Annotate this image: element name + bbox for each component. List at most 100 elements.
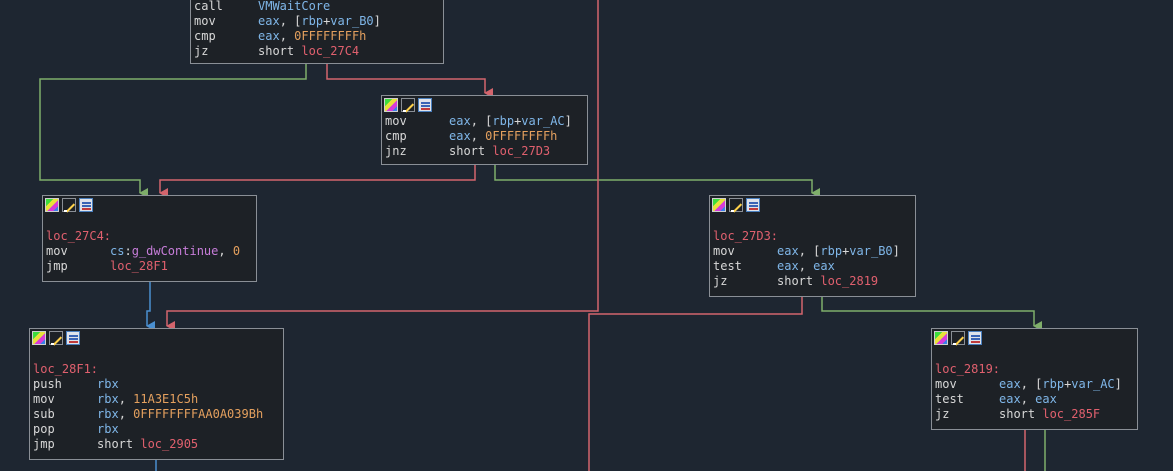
edit-icon[interactable] xyxy=(62,198,76,212)
block-label: loc_27C4: xyxy=(46,229,112,243)
operand-loc[interactable]: loc_28F1 xyxy=(110,259,168,273)
graph-icon[interactable] xyxy=(384,98,398,112)
graph-icon[interactable] xyxy=(712,198,726,212)
list-icon[interactable] xyxy=(79,198,93,212)
operand-loc[interactable]: loc_27C4 xyxy=(301,44,359,58)
instruction-row[interactable]: cmp eax, 0FFFFFFFFh xyxy=(194,29,443,44)
operand-kw: , xyxy=(118,407,134,421)
operand-kw: ] xyxy=(1114,377,1122,391)
instruction-row[interactable]: pop rbx xyxy=(33,422,283,437)
edit-icon[interactable] xyxy=(401,98,415,112)
code-block-loc-28f1[interactable]: loc_28F1: push rbx mov rbx, 11A3E1C5h sub rbx,… xyxy=(29,328,284,460)
edit-icon[interactable] xyxy=(729,198,743,212)
operand-reg: eax xyxy=(777,244,799,258)
operand-kw: short xyxy=(449,144,493,158)
operand-reg: eax xyxy=(1035,392,1057,406)
instruction-row[interactable]: call VMWaitCore xyxy=(194,0,443,14)
graph-icon[interactable] xyxy=(32,331,46,345)
list-icon[interactable] xyxy=(746,198,760,212)
operand-num: 11A3E1C5h xyxy=(133,392,199,406)
operand-num: 0 xyxy=(232,244,241,258)
instruction-row[interactable]: cmp eax, 0FFFFFFFFh xyxy=(385,129,587,144)
operand-reg: eax xyxy=(449,114,471,128)
list-icon[interactable] xyxy=(968,331,982,345)
operand-var: var_B0 xyxy=(849,244,893,258)
operand-kw: short xyxy=(258,44,302,58)
mnemonic: jmp xyxy=(33,437,55,451)
operand-kw: , [ xyxy=(1020,377,1043,391)
code-block-loc-2819[interactable]: loc_2819: mov eax, [rbp+var_AC] test eax, ea… xyxy=(931,328,1138,430)
mnemonic: push xyxy=(33,377,62,391)
block-label: loc_27D3: xyxy=(713,229,779,243)
instruction-row[interactable]: jz short loc_2819 xyxy=(713,274,915,289)
operand-reg: rbp xyxy=(492,114,515,128)
operand-kw: ] xyxy=(892,244,900,258)
block-header xyxy=(710,196,915,214)
mnemonic: jz xyxy=(935,407,950,421)
mnemonic: jz xyxy=(713,274,728,288)
block-code: call VMWaitCore mov eax, [rbp+var_B0] cmp eax… xyxy=(191,0,443,59)
instruction-row[interactable]: mov cs:g_dwContinue, 0 xyxy=(46,244,256,259)
operand-kw: , xyxy=(1020,392,1036,406)
code-block-loc-27d3[interactable]: loc_27D3: mov eax, [rbp+var_B0] test eax, ea… xyxy=(709,195,916,297)
block-code: mov eax, [rbp+var_AC] cmp eax, 0FFFFFFFFh jn… xyxy=(382,114,587,159)
code-block-2[interactable]: mov eax, [rbp+var_AC] cmp eax, 0FFFFFFFFh jn… xyxy=(381,95,588,165)
operand-reg: rbx xyxy=(97,407,119,421)
code-block-loc-27c4[interactable]: loc_27C4: mov cs:g_dwContinue, 0 jmp loc_28F… xyxy=(42,195,257,282)
operand-reg: eax xyxy=(999,377,1021,391)
operand-loc[interactable]: loc_285F xyxy=(1042,407,1100,421)
instruction-row[interactable]: jz short loc_285F xyxy=(935,407,1137,422)
list-icon[interactable] xyxy=(418,98,432,112)
instruction-row[interactable]: test eax, eax xyxy=(935,392,1137,407)
graph-icon[interactable] xyxy=(934,331,948,345)
operand-reg: rbp xyxy=(820,244,843,258)
instruction-row[interactable]: mov eax, [rbp+var_AC] xyxy=(385,114,587,129)
instruction-row[interactable]: mov eax, [rbp+var_AC] xyxy=(935,377,1137,392)
mnemonic: mov xyxy=(385,114,407,128)
operand-kw: , [ xyxy=(798,244,821,258)
edit-icon[interactable] xyxy=(951,331,965,345)
operand-kw: , xyxy=(279,29,295,43)
edit-icon[interactable] xyxy=(49,331,63,345)
operand-kw: , [ xyxy=(470,114,493,128)
mnemonic: mov xyxy=(33,392,55,406)
operand-kw: , xyxy=(218,244,233,258)
mnemonic: jnz xyxy=(385,144,407,158)
instruction-row[interactable]: mov rbx, 11A3E1C5h xyxy=(33,392,283,407)
mnemonic: mov xyxy=(194,14,216,28)
code-block-top[interactable]: call VMWaitCore mov eax, [rbp+var_B0] cmp eax… xyxy=(190,0,444,64)
operand-kw: , xyxy=(798,259,814,273)
mnemonic: sub xyxy=(33,407,55,421)
operand-loc[interactable]: loc_2819 xyxy=(820,274,878,288)
operand-kw: : xyxy=(124,244,132,258)
operand-var: var_AC xyxy=(521,114,565,128)
operand-num: 0FFFFFFFFh xyxy=(485,129,558,143)
list-icon[interactable] xyxy=(66,331,80,345)
operand-loc[interactable]: loc_27D3 xyxy=(492,144,550,158)
mnemonic: mov xyxy=(713,244,735,258)
instruction-row[interactable]: jmp short loc_2905 xyxy=(33,437,283,452)
edge-false-27d3-down xyxy=(588,296,803,471)
instruction-row[interactable]: mov eax, [rbp+var_B0] xyxy=(713,244,915,259)
block-header xyxy=(43,196,256,214)
operand-kw: , xyxy=(118,392,134,406)
edge-true-27d3-to-2819 xyxy=(821,296,1042,331)
instruction-row[interactable]: test eax, eax xyxy=(713,259,915,274)
operand-loc[interactable]: loc_2905 xyxy=(140,437,198,451)
operand-kw: short xyxy=(97,437,141,451)
operand-reg: eax xyxy=(449,129,471,143)
mnemonic: jmp xyxy=(46,259,68,273)
block-header xyxy=(30,329,283,347)
instruction-row[interactable]: jz short loc_27C4 xyxy=(194,44,443,59)
instruction-row[interactable]: jmp loc_28F1 xyxy=(46,259,256,274)
graph-icon[interactable] xyxy=(45,198,59,212)
edge-true-top-to-27c4 xyxy=(39,63,307,198)
instruction-row[interactable]: sub rbx, 0FFFFFFFFAA0A039Bh xyxy=(33,407,283,422)
operand-num: 0FFFFFFFFh xyxy=(294,29,367,43)
instruction-row[interactable]: push rbx xyxy=(33,377,283,392)
instruction-row[interactable]: jnz short loc_27D3 xyxy=(385,144,587,159)
instruction-row[interactable]: mov eax, [rbp+var_B0] xyxy=(194,14,443,29)
